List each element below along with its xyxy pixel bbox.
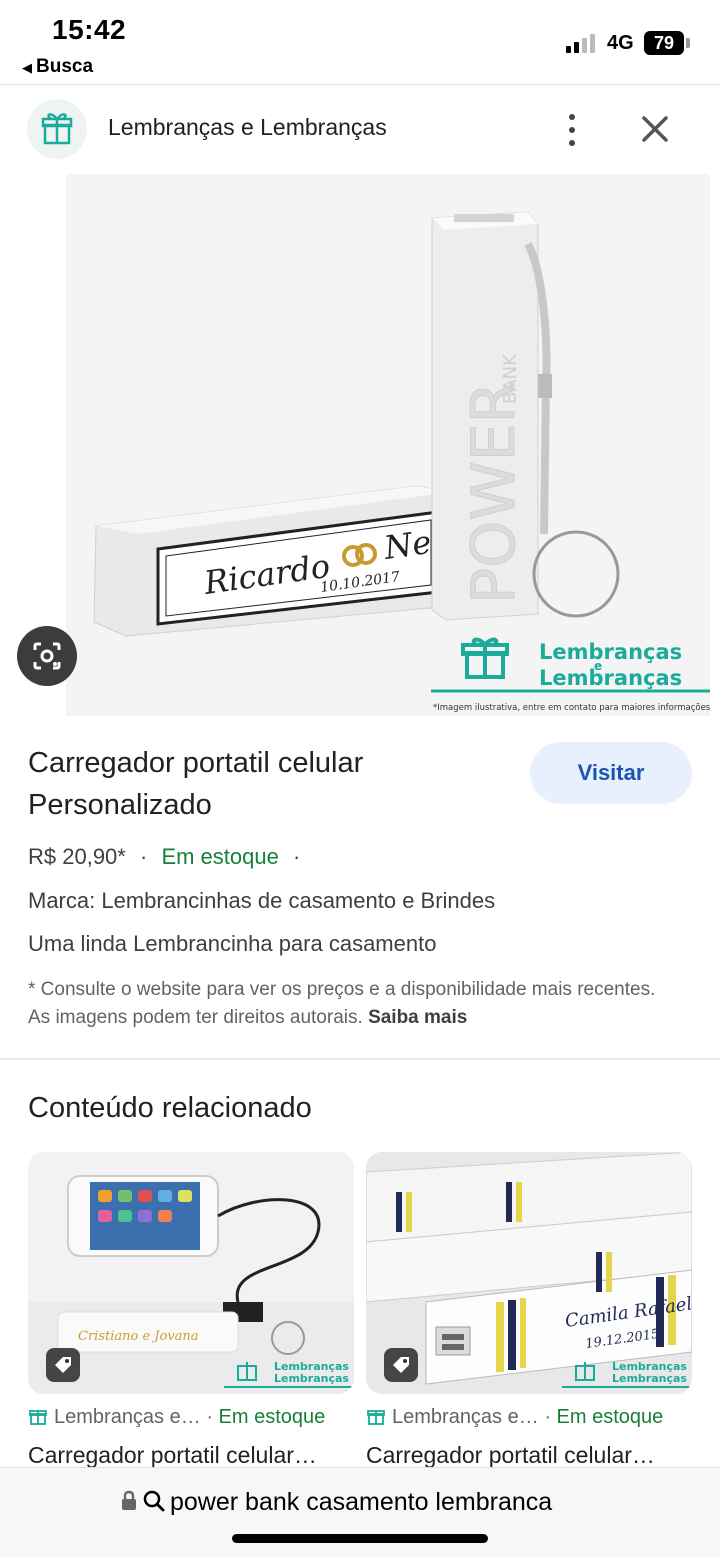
back-to-app-link[interactable]: ◀ Busca [22,56,93,78]
site-name[interactable]: Lembranças e Lembranças [108,114,387,141]
separator: · [292,844,301,869]
card-title[interactable]: Carregador portatil celular… [28,1442,358,1469]
visit-button[interactable]: Visitar [530,742,692,804]
signal-strength-icon [566,33,602,53]
learn-more-link[interactable]: Saiba mais [368,1007,467,1028]
battery-level: 79 [644,31,684,55]
card-image-caption-2: Lembranças [612,1372,687,1385]
card-source-line: Lembranças e… · Em estoque [28,1406,368,1429]
divider [0,84,720,85]
engraving-name-2: Ne [381,523,434,567]
related-card-image[interactable]: Cristiano e Jovana Lembranças Lembranças [28,1152,354,1394]
battery-tip [686,38,690,48]
back-app-label: Busca [36,56,94,77]
separator: · [139,844,148,869]
google-lens-button[interactable] [17,626,77,686]
site-logo[interactable] [27,99,87,159]
card-source-line: Lembranças e… · Em estoque [366,1406,706,1429]
price: R$ 20,90* [28,844,126,869]
separator: · [544,1406,551,1428]
lens-icon [33,642,61,670]
price-tag-icon [384,1348,418,1382]
url-text: power bank casamento lembranca [170,1488,553,1516]
stock-status: Em estoque [161,844,279,869]
price-line: R$ 20,90* · Em estoque · [28,844,300,870]
address-bar[interactable]: power bank casamento lembranca [0,1467,720,1557]
brand-line: Marca: Lembrancinhas de casamento e Brin… [28,888,496,913]
card-stock-status: Em estoque [556,1406,664,1428]
close-button[interactable] [632,106,678,152]
gift-icon [367,1410,385,1425]
related-card-image[interactable]: Camila Rafael 19.12.2015 Lembranças Lemb… [366,1152,692,1394]
image-footnote: *Imagem ilustrativa, entre em contato pa… [433,703,710,713]
network-type: 4G [607,32,634,54]
svg-text:Cristiano e Jovana: Cristiano e Jovana [78,1329,199,1344]
product-image[interactable]: Ricardo Ne 10.10.2017 POWER BANK Lembran… [66,174,710,716]
lock-icon [122,1490,136,1510]
url-field[interactable]: power bank casamento lembranca [120,1488,640,1517]
home-indicator[interactable] [232,1534,488,1543]
device-text: POWER [459,382,529,604]
search-icon [143,1490,165,1512]
card-stock-status: Em estoque [218,1406,326,1428]
status-bar: 15:42 ◀ Busca 4G 79 [0,0,720,84]
device-text-small: BANK [500,353,521,404]
divider [0,1058,720,1060]
card-image-caption-2: Lembranças [274,1372,349,1385]
related-card[interactable]: Cristiano e Jovana Lembranças Lembranças… [28,1152,354,1468]
disclaimer: * Consulte o website para ver os preços … [28,976,668,1032]
separator: · [206,1406,213,1428]
clock: 15:42 [52,14,127,45]
close-icon [642,116,668,142]
gift-icon [29,1410,47,1425]
card-source: Lembranças e… [54,1406,201,1428]
disclaimer-text: * Consulte o website para ver os preços … [28,979,656,1028]
description-line: Uma linda Lembrancinha para casamento [28,931,437,956]
related-section-title: Conteúdo relacionado [28,1092,312,1124]
brand-line-1: Lembranças [539,640,682,664]
related-card[interactable]: Camila Rafael 19.12.2015 Lembranças Lemb… [366,1152,692,1468]
card-source: Lembranças e… [392,1406,539,1428]
product-title: Carregador portatil celular Personalizad… [28,747,364,821]
power-bank-illustration: Ricardo Ne 10.10.2017 POWER BANK Lembran… [66,174,710,716]
brand-line-2: Lembranças [539,666,682,690]
gift-icon [41,113,73,145]
more-options-button[interactable] [552,110,592,150]
price-tag-icon [46,1348,80,1382]
back-triangle-icon: ◀ [22,60,32,75]
card-title[interactable]: Carregador portatil celular… [366,1442,696,1469]
